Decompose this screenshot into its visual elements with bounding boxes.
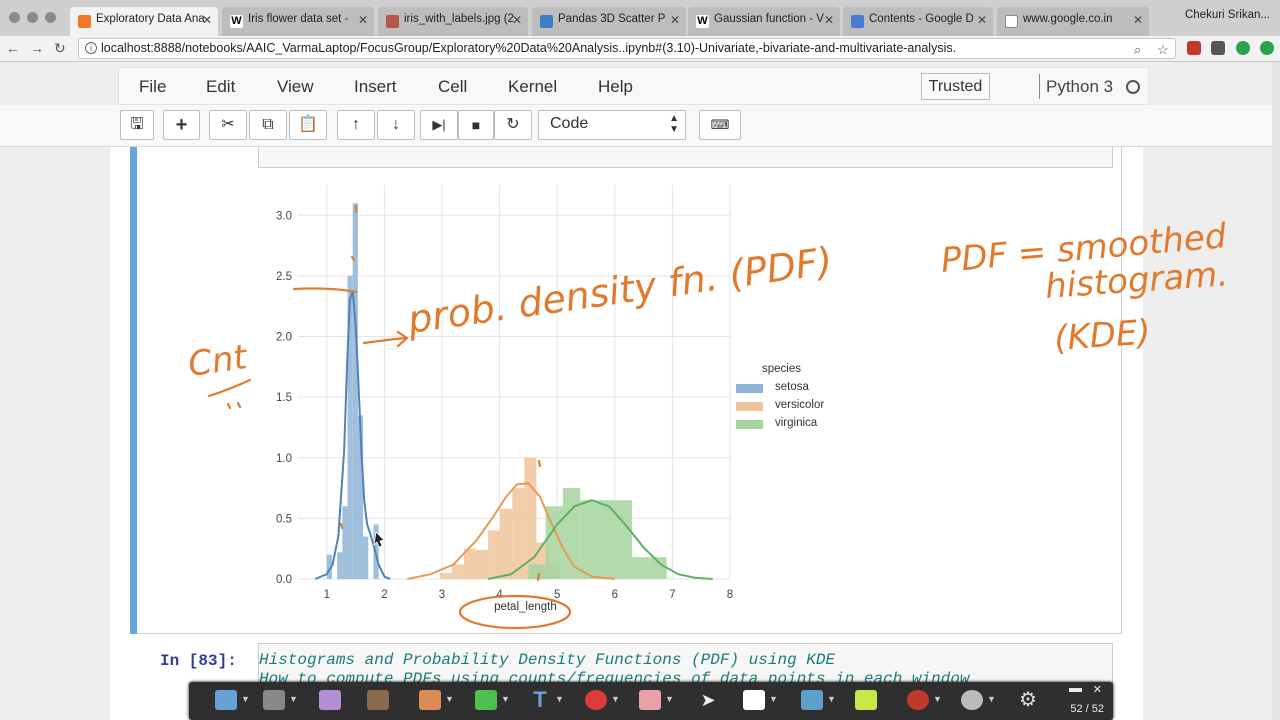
dropdown-icon: ▼: [611, 694, 620, 704]
record-icon[interactable]: [907, 690, 929, 710]
dropdown-icon: ▼: [987, 694, 996, 704]
dropdown-icon: ▼: [241, 694, 250, 704]
minimize-icon[interactable]: ▬: [1069, 680, 1082, 695]
whiteboard-icon[interactable]: [319, 690, 341, 710]
dropdown-icon: ▼: [501, 694, 510, 704]
ink-underline: [207, 378, 252, 398]
blank-page-icon[interactable]: [743, 690, 765, 710]
dropdown-icon: ▼: [827, 694, 836, 704]
screen-capture-icon[interactable]: [263, 690, 285, 710]
shapes-icon[interactable]: [585, 690, 607, 710]
dropdown-icon: ▼: [445, 694, 454, 704]
page-counter: 52 / 52: [1070, 703, 1104, 715]
annotation-toolbar: ▼ ▼ ▼ ▼ T ▼ ▼ ▼ ➤ ▼ ▼ ▼ ▼ ⚙ ▬ ✕ 52 / 52: [189, 680, 1113, 720]
line-tool-icon[interactable]: [801, 690, 823, 710]
ink-note-line3: (KDE): [1053, 312, 1152, 359]
color-swatch-icon[interactable]: [855, 690, 877, 710]
dropdown-icon: ▼: [289, 694, 298, 704]
folder-icon[interactable]: [367, 690, 389, 710]
dropdown-icon: ▼: [933, 694, 942, 704]
ink-ticks: [339, 204, 542, 582]
dropdown-icon: ▼: [665, 694, 674, 704]
ink-cnt-label: Cnt: [186, 337, 251, 385]
dropdown-icon: ▼: [555, 694, 564, 704]
eraser-icon[interactable]: [639, 690, 661, 710]
ink-annotation-layer: prob. density fn. (PDF) Cnt PDF = smooth…: [186, 204, 1229, 630]
ink-dots: [226, 401, 242, 410]
highlighter-icon[interactable]: [475, 690, 497, 710]
settings-gear-icon[interactable]: ⚙: [1017, 690, 1039, 710]
close-icon[interactable]: ✕: [1093, 683, 1102, 696]
mouse-cursor-icon: [373, 531, 385, 548]
ink-circle-xlabel: [458, 594, 572, 630]
webcam-icon[interactable]: [961, 690, 983, 710]
ink-pointer-line: [292, 287, 358, 294]
pointer-icon[interactable]: ➤: [697, 690, 719, 710]
select-arrow-icon[interactable]: [215, 690, 237, 710]
ink-pdf-label: prob. density fn. (PDF): [404, 239, 835, 342]
text-tool-icon[interactable]: T: [529, 689, 551, 711]
ink-arrow: [362, 336, 407, 345]
dropdown-icon: ▼: [769, 694, 778, 704]
pen-icon[interactable]: [419, 690, 441, 710]
